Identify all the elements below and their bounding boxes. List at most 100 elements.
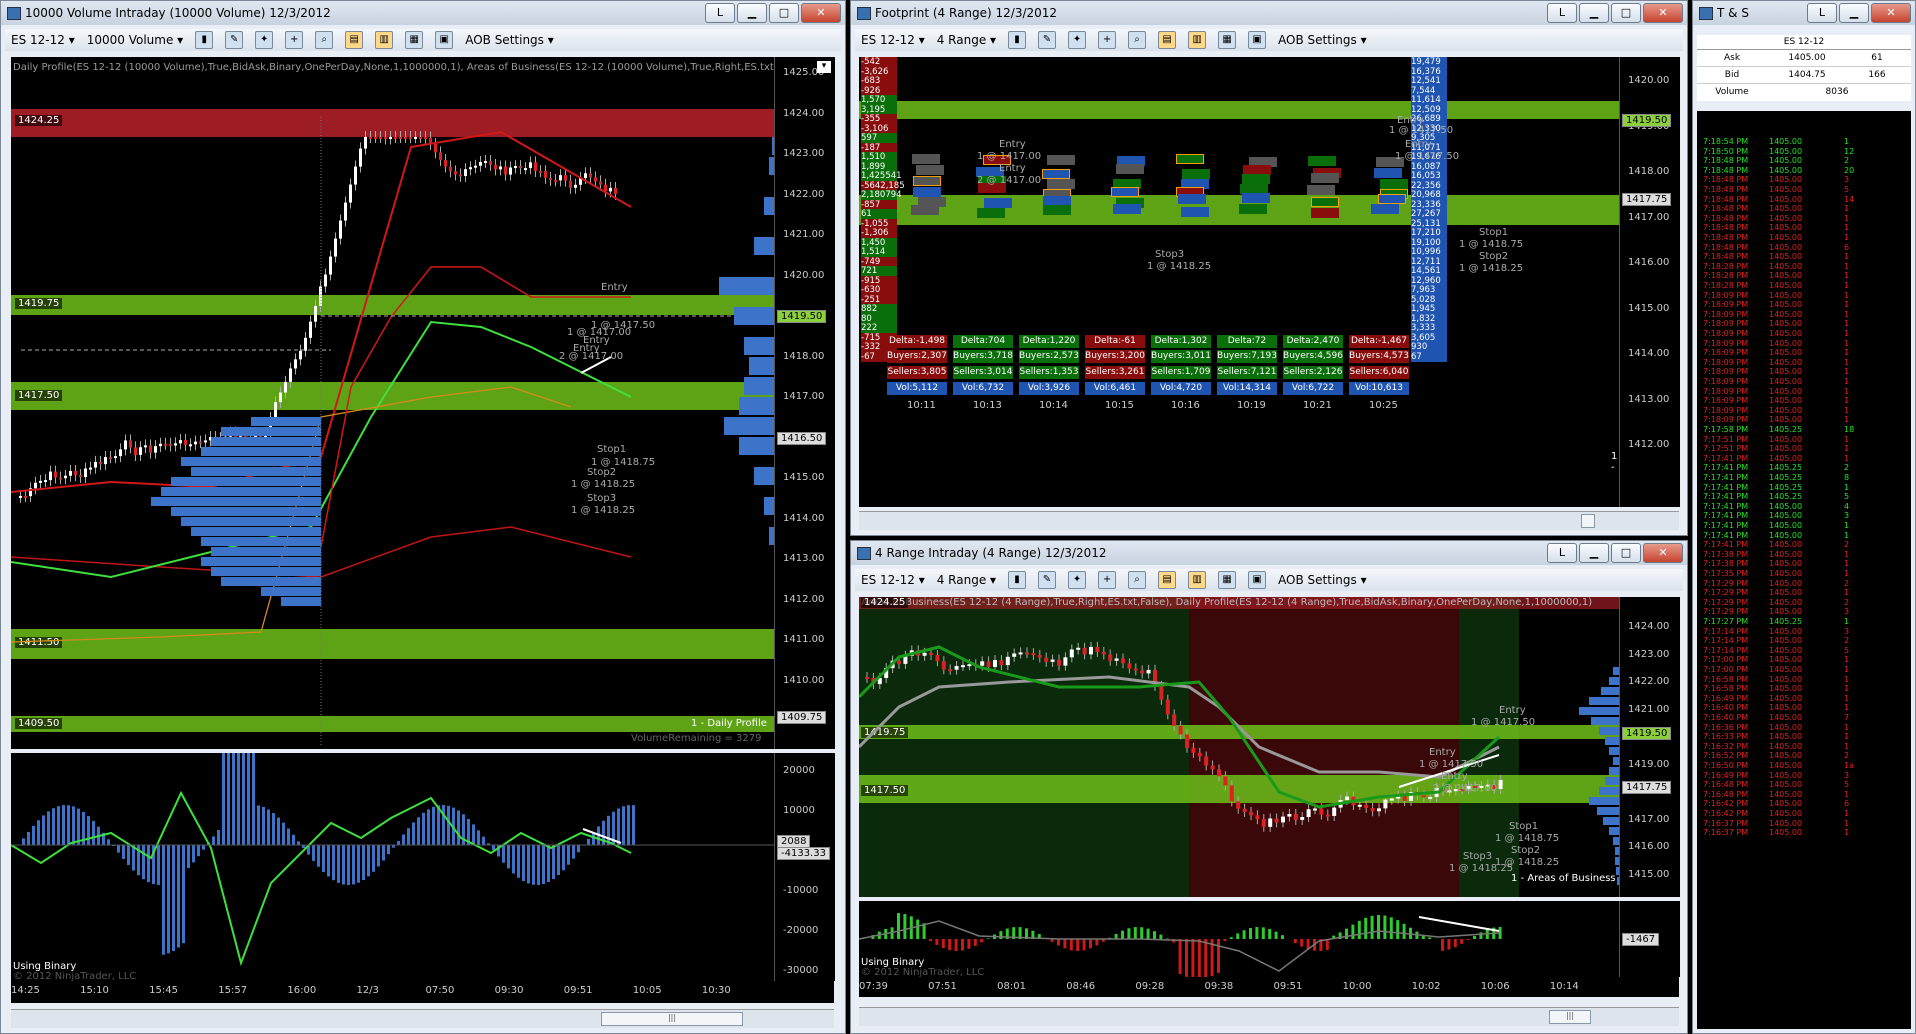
oscillator-panel[interactable]: Using Binary © 2012 NinjaTrader, LLC <box>859 901 1619 977</box>
scroll-thumb[interactable]: ||| <box>601 1012 743 1026</box>
price-axis[interactable]: 1424.001423.001422.001421.001420.001419.… <box>1619 597 1680 897</box>
magic-wand-icon[interactable]: ✦ <box>1068 31 1087 49</box>
instrument-selector[interactable]: ES 12-12 ▾ <box>861 33 925 47</box>
horizontal-scrollbar[interactable]: ||| <box>11 1009 834 1028</box>
footprint-cell <box>1239 183 1268 194</box>
close-button[interactable]: ✕ <box>1643 3 1683 23</box>
tns-time: 7:17:29 PM <box>1703 597 1749 607</box>
properties-icon[interactable]: ▦ <box>405 31 424 49</box>
minimize-button[interactable]: ▁ <box>1839 3 1869 23</box>
osc-bar <box>916 919 920 939</box>
minimize-button[interactable]: ▁ <box>1579 543 1609 563</box>
time-tick: 12/3 <box>356 985 379 996</box>
period-selector[interactable]: 4 Range ▾ <box>937 573 996 587</box>
pencil-icon[interactable]: ✎ <box>1038 31 1057 49</box>
candle-body <box>1057 659 1061 666</box>
link-button[interactable]: L <box>1807 3 1837 23</box>
oscillator-panel[interactable]: Using Binary © 2012 NinjaTrader, LLC <box>11 753 774 981</box>
horizontal-scrollbar[interactable]: ||| <box>859 1007 1679 1026</box>
strategies-icon[interactable]: ▥ <box>1188 31 1207 49</box>
tns-row: 7:16:50 PM 1405.00 1a <box>1703 761 1911 770</box>
link-button[interactable]: L <box>705 3 735 23</box>
trade-annotation: 1 @ 1417.50 <box>1389 125 1454 136</box>
pencil-icon[interactable]: ✎ <box>225 31 244 49</box>
bar-type-icon[interactable]: ▮ <box>195 31 214 49</box>
osc-bar <box>282 822 285 845</box>
zoom-icon[interactable]: ⌕ <box>1128 571 1147 589</box>
properties-icon[interactable]: ▦ <box>1218 31 1237 49</box>
crosshair-icon[interactable]: + <box>285 31 304 49</box>
zoom-icon[interactable]: ⌕ <box>315 31 334 49</box>
tns-price: 1405.00 <box>1769 165 1803 175</box>
profile-bar <box>1589 797 1619 805</box>
osc-bar <box>1063 939 1067 949</box>
osc-bar <box>62 805 65 845</box>
osc-bar <box>447 805 450 845</box>
candle-body <box>1229 785 1234 802</box>
period-selector[interactable]: 10000 Volume ▾ <box>87 33 183 47</box>
maximize-button[interactable]: □ <box>769 3 799 23</box>
maximize-button[interactable]: □ <box>1611 543 1641 563</box>
strategies-icon[interactable]: ▥ <box>375 31 394 49</box>
tns-size: 20 <box>1844 165 1855 175</box>
properties-icon[interactable]: ▦ <box>1218 571 1237 589</box>
candle-body <box>489 161 492 165</box>
bar-type-icon[interactable]: ▮ <box>1008 571 1027 589</box>
link-button[interactable]: L <box>1547 3 1577 23</box>
link-button[interactable]: L <box>1547 543 1577 563</box>
crosshair-icon[interactable]: + <box>1098 31 1117 49</box>
minimize-button[interactable]: ▁ <box>737 3 767 23</box>
strategies-icon[interactable]: ▥ <box>1188 571 1207 589</box>
aob-settings-menu[interactable]: AOB Settings ▾ <box>1278 33 1367 47</box>
profile-bar <box>211 567 321 576</box>
instrument-selector[interactable]: ES 12-12 ▾ <box>861 573 925 587</box>
aob-settings-menu[interactable]: AOB Settings ▾ <box>1278 573 1367 587</box>
aob-icon[interactable]: ▣ <box>1248 571 1267 589</box>
aob-settings-menu[interactable]: AOB Settings ▾ <box>465 33 554 47</box>
period-selector[interactable]: 4 Range ▾ <box>937 33 996 47</box>
price-tick: 1420.00 <box>1628 75 1670 86</box>
tns-row: 7:18:28 PM 1405.00 1 <box>1703 281 1911 290</box>
minimize-button[interactable]: ▁ <box>1579 3 1609 23</box>
tns-list[interactable]: 7:18:54 PM 1405.00 1 7:18:50 PM 1405.00 12 7:1… <box>1697 111 1911 1029</box>
tns-size: 1 <box>1844 290 1850 300</box>
chart-menu-button[interactable]: ▾ <box>817 61 831 73</box>
indicators-icon[interactable]: ▤ <box>1158 571 1177 589</box>
zoom-icon[interactable]: ⌕ <box>1128 31 1147 49</box>
indicators-icon[interactable]: ▤ <box>1158 31 1177 49</box>
horizontal-scrollbar[interactable] <box>859 511 1679 530</box>
close-button[interactable]: ✕ <box>801 3 841 23</box>
close-button[interactable]: ✕ <box>1871 3 1911 23</box>
crosshair-icon[interactable]: + <box>1098 571 1117 589</box>
instrument-selector[interactable]: ES 12-12 ▾ <box>11 33 75 47</box>
price-panel[interactable]: Daily Profile(ES 12-12 (10000 Volume),Tr… <box>11 57 774 749</box>
magic-wand-icon[interactable]: ✦ <box>255 31 274 49</box>
right-cell: 10,996 <box>1411 247 1447 257</box>
aob-icon[interactable]: ▣ <box>1248 31 1267 49</box>
pencil-icon[interactable]: ✎ <box>1038 571 1057 589</box>
time-tick: 10:00 <box>1342 981 1372 992</box>
price-axis[interactable]: 1420.001419.001418.001417.001416.001415.… <box>1619 57 1680 507</box>
price-panel[interactable]: Areas of Business(ES 12-12 (4 Range),Tru… <box>859 597 1619 897</box>
scroll-thumb[interactable]: ||| <box>1549 1010 1591 1024</box>
tns-size: 5 <box>1844 492 1850 502</box>
close-button[interactable]: ✕ <box>1643 543 1683 563</box>
left-cell: -3,626 <box>861 66 897 77</box>
osc-bar <box>242 753 245 845</box>
bar-type-icon[interactable]: ▮ <box>1008 31 1027 49</box>
tns-size: 1 <box>1844 357 1850 367</box>
candle-body <box>304 337 307 351</box>
scroll-thumb[interactable] <box>1581 514 1595 528</box>
aob-icon[interactable]: ▣ <box>435 31 454 49</box>
profile-bar <box>719 277 774 295</box>
candle-body <box>419 137 422 139</box>
footprint-cell <box>1042 205 1071 216</box>
candle-body <box>986 661 991 667</box>
window-title-text: T & S <box>1717 6 1749 20</box>
maximize-button[interactable]: □ <box>1611 3 1641 23</box>
indicators-icon[interactable]: ▤ <box>345 31 364 49</box>
candle-body <box>1121 658 1125 664</box>
price-axis[interactable]: 1425.00 1424.00 1423.00 1422.00 1421.00 1420.… <box>774 57 835 749</box>
magic-wand-icon[interactable]: ✦ <box>1068 571 1087 589</box>
footprint-panel[interactable]: -542 -3,626 -683 -926 1,570 3,195 -355 -3,106 59… <box>859 57 1619 507</box>
